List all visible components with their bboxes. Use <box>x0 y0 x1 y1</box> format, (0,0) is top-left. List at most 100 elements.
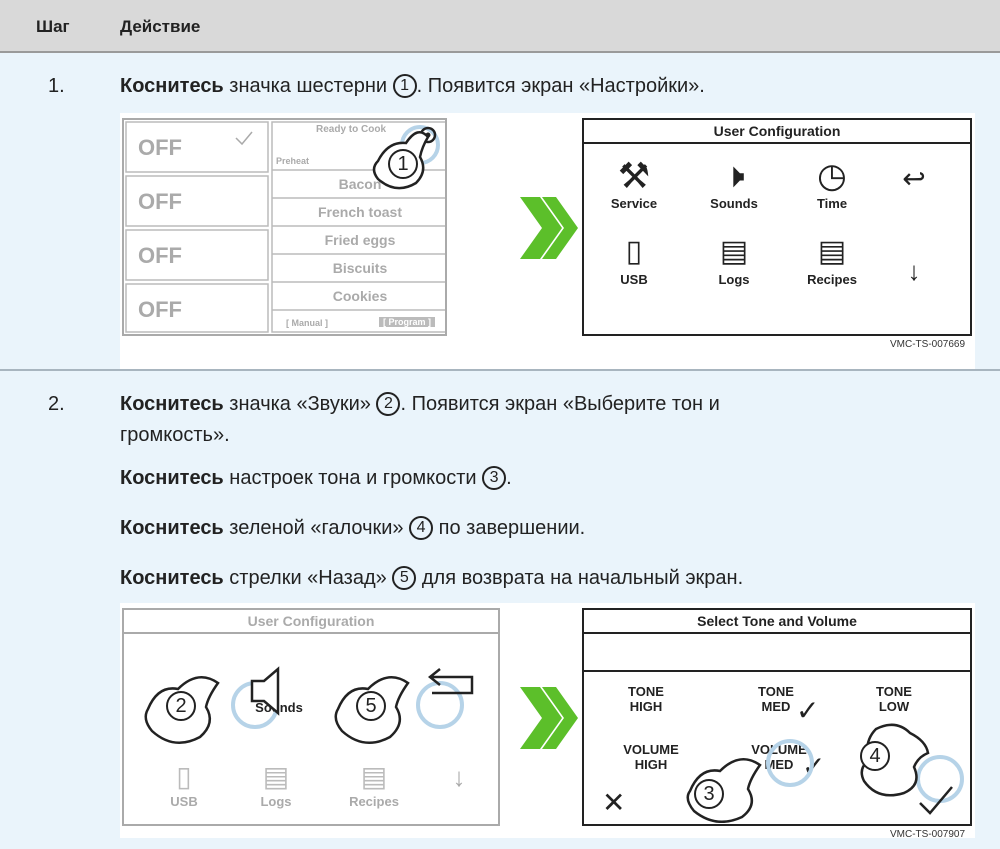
step-2-para-1: Коснитесь значка «Звуки» 2. Появится экр… <box>120 389 720 451</box>
next-arrow-icon <box>520 197 578 259</box>
step-2-verb-2: Коснитесь <box>120 467 224 489</box>
step-2-verb-4: Коснитесь <box>120 567 224 589</box>
marker-4-figure: 4 <box>860 741 890 771</box>
screen-title: User Configuration <box>124 610 498 634</box>
step-2-text: по завершении. <box>433 517 586 539</box>
marker-2-figure: 2 <box>166 691 196 721</box>
recipes-item: ▤ Recipes <box>792 232 872 287</box>
step-1-number: 1. <box>48 75 65 97</box>
logs-item: ▤ Logs <box>236 760 316 809</box>
step-2-text: значка «Звуки» <box>223 393 377 415</box>
tone-high-option: TONE HIGH <box>606 684 686 714</box>
wrench-icon: ⚒ <box>617 155 651 196</box>
user-config-screen: User Configuration ⚒ Service 🕨 Sounds ◷ … <box>582 118 972 336</box>
recipes-icon: ▤ <box>360 761 388 792</box>
item-label: Time <box>816 196 848 211</box>
sounds-item: 🕨 Sounds <box>694 156 774 211</box>
step-2-text: стрелки «Назад» <box>223 567 393 589</box>
item-label: Recipes <box>807 272 857 287</box>
screen-title: User Configuration <box>584 120 970 144</box>
touch-hands-3-4 <box>686 723 964 823</box>
marker-3: 3 <box>482 466 507 490</box>
preheat-label: Preheat <box>276 156 310 166</box>
back-arrow-icon: ↩ <box>902 163 926 194</box>
step-1-text-a: значка шестерни <box>223 75 393 97</box>
marker-5-figure: 5 <box>356 691 386 721</box>
step-2-verb-3: Коснитесь <box>120 517 224 539</box>
speaker-icon: 🕨 <box>723 157 745 195</box>
marker-2: 2 <box>376 392 401 416</box>
step-2-text: для возврата на начальный экран. <box>416 567 744 589</box>
option-label: TONE <box>876 684 912 699</box>
step-2-figure: User Configuration Sounds ▯ USB ▤ Logs ▤… <box>120 603 975 840</box>
step-2-verb-1: Коснитесь <box>120 393 224 415</box>
next-arrow-icon <box>520 687 578 749</box>
off-label: OFF <box>138 297 182 322</box>
table-header: Шаг Действие <box>0 0 1000 53</box>
item-label: Logs <box>718 272 750 287</box>
step-2-row: 2. Коснитесь значка «Звуки» 2. Появится … <box>0 371 1000 849</box>
divider <box>584 670 970 672</box>
col-action-header: Действие <box>120 17 201 36</box>
item-label: Sounds <box>710 196 758 211</box>
item-label: USB <box>170 794 198 809</box>
item-label: Logs <box>260 794 292 809</box>
usb-icon: ▯ <box>176 761 192 792</box>
manual-button: [ Manual ] <box>286 318 328 328</box>
down-arrow-icon: ↓ <box>907 256 921 286</box>
logs-icon: ▤ <box>262 761 290 792</box>
off-label: OFF <box>138 189 182 214</box>
close-icon: ✕ <box>602 787 626 818</box>
item-label: USB <box>620 272 648 287</box>
item-label: Service <box>610 196 658 211</box>
marker-3-figure: 3 <box>694 779 724 809</box>
off-label: OFF <box>138 243 182 268</box>
logs-item: ▤ Logs <box>694 232 774 287</box>
back-arrow-icon <box>427 668 474 695</box>
step-2-para-4: Коснитесь стрелки «Назад» 5 для возврата… <box>120 563 743 594</box>
option-label: TONE <box>628 684 664 699</box>
logs-icon: ▤ <box>719 235 749 268</box>
menu-item: Fried eggs <box>324 232 396 248</box>
step-2-text: . <box>506 467 512 489</box>
service-item: ⚒ Service <box>594 155 674 212</box>
step-2-text: зеленой «галочки» <box>223 517 410 539</box>
menu-item: Cookies <box>332 288 388 304</box>
usb-icon: ▯ <box>625 235 643 268</box>
time-item: ◷ Time <box>792 156 872 211</box>
menu-item: Biscuits <box>332 260 388 276</box>
figure-code: VMC-TS-007669 <box>890 339 966 350</box>
marker-1: 1 <box>392 74 417 98</box>
step-1-verb: Коснитесь <box>120 75 224 97</box>
item-label: Recipes <box>349 794 399 809</box>
recipes-item: ▤ Recipes <box>334 760 414 809</box>
recipes-icon: ▤ <box>817 235 847 268</box>
usb-item: ▯ USB <box>144 760 224 809</box>
down-arrow-icon: ↓ <box>452 762 466 792</box>
marker-4: 4 <box>409 516 434 540</box>
col-step-header: Шаг <box>36 17 70 36</box>
step-1-figure: OFF OFF OFF OFF Ready to Cook Preheat Ba… <box>120 113 975 408</box>
step-1-text-b: . Появится экран «Настройки». <box>416 75 705 97</box>
figure-code: VMC-TS-007907 <box>890 829 966 840</box>
menu-item: French toast <box>317 204 402 220</box>
step-2-text: . Появится экран «Выберите тон и <box>400 393 720 415</box>
off-label: OFF <box>138 135 182 160</box>
program-button: [ Program ] <box>379 317 436 327</box>
step-1-row: 1. Коснитесь значка шестерни 1. Появится… <box>0 53 1000 408</box>
step-2-text: громкость». <box>120 424 230 446</box>
option-label: HIGH <box>629 699 663 714</box>
step-2-text: настроек тона и громкости <box>223 467 483 489</box>
step-2-number: 2. <box>48 393 65 415</box>
step-1-text: Коснитесь значка шестерни 1. Появится эк… <box>120 71 705 102</box>
marker-5: 5 <box>392 566 417 590</box>
speaker-icon <box>250 666 280 716</box>
usb-item: ▯ USB <box>594 232 674 287</box>
option-label: LOW <box>878 699 910 714</box>
step-2-para-2: Коснитесь настроек тона и громкости 3. <box>120 463 512 494</box>
marker-1-figure: 1 <box>388 149 418 179</box>
step-2-para-3: Коснитесь зеленой «галочки» 4 по заверше… <box>120 513 585 544</box>
clock-icon: ◷ <box>817 157 847 195</box>
tone-low-option: TONE LOW <box>854 684 934 714</box>
screen-title: Select Tone and Volume <box>584 610 970 634</box>
